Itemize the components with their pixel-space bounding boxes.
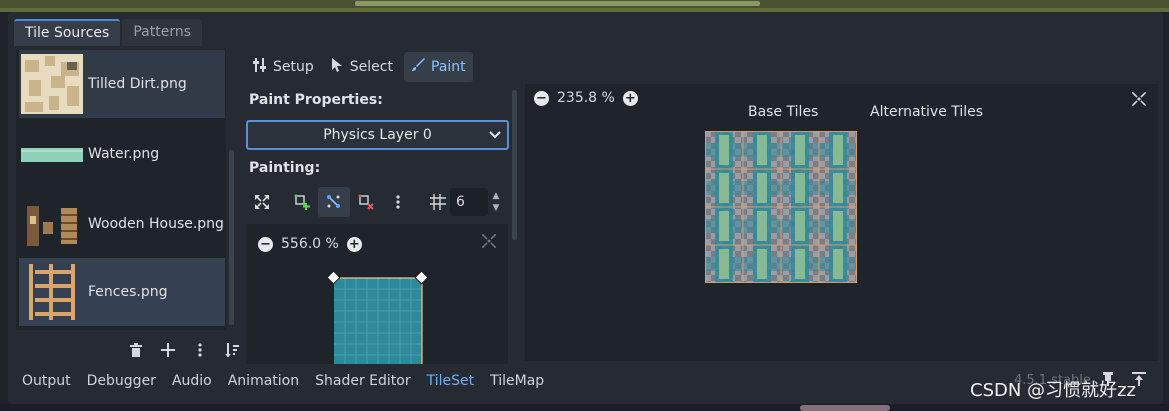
- paint-button[interactable]: Paint: [403, 52, 473, 82]
- painting-tools: 6 ▲ ▼: [246, 186, 504, 218]
- tab-audio[interactable]: Audio: [164, 369, 220, 393]
- list-item-fences[interactable]: Fences.png: [19, 258, 225, 326]
- paint-layer-dropdown[interactable]: Physics Layer 0: [246, 120, 509, 150]
- tab-output[interactable]: Output: [14, 369, 79, 393]
- base-tiles-label: Base Tiles: [748, 104, 819, 120]
- list-item-water[interactable]: Water.png: [19, 120, 225, 188]
- expand-icon[interactable]: [246, 187, 278, 217]
- mini-zoom-controls: − 556.0 % +: [258, 236, 362, 252]
- sources-scrollbar[interactable]: [229, 150, 234, 325]
- list-item-wooden-house[interactable]: Wooden House.png: [19, 190, 225, 258]
- cursor-icon: [331, 58, 344, 76]
- paint-properties-title: Paint Properties:: [249, 92, 383, 108]
- source-label: Tilled Dirt.png: [88, 76, 187, 92]
- setup-label: Setup: [273, 59, 314, 75]
- tile-editor-toolbar: Setup Select Paint: [246, 52, 473, 82]
- center-view-icon[interactable]: [481, 233, 497, 252]
- props-scrollbar[interactable]: [512, 90, 517, 240]
- horizontal-scrollbar[interactable]: [0, 0, 1169, 8]
- water-thumbnail: [21, 148, 83, 162]
- tab-debugger[interactable]: Debugger: [79, 369, 164, 393]
- chevron-down-icon: [489, 122, 501, 157]
- tools-icon: [253, 58, 267, 76]
- source-actions: [120, 339, 248, 361]
- background-decoration: [800, 405, 890, 411]
- csdn-watermark: CSDN @习惯就好zz: [970, 380, 1136, 401]
- wooden-house-thumbnail: [27, 206, 77, 246]
- kebab-icon[interactable]: [382, 187, 414, 217]
- grid-snap-icon[interactable]: [426, 187, 450, 217]
- tab-tilemap[interactable]: TileMap: [482, 369, 552, 393]
- dropdown-value: Physics Layer 0: [323, 127, 432, 143]
- mini-zoom-value: 556.0 %: [281, 236, 339, 252]
- scrollbar-thumb[interactable]: [355, 1, 760, 6]
- tile-atlas-view[interactable]: − 235.8 % + Base Tiles Alternative Tiles: [525, 84, 1158, 361]
- center-view-icon[interactable]: [1131, 91, 1147, 110]
- alternative-tiles-label: Alternative Tiles: [870, 104, 984, 120]
- painting-title: Painting:: [249, 160, 321, 176]
- tab-patterns[interactable]: Patterns: [122, 19, 203, 46]
- tab-animation[interactable]: Animation: [220, 369, 307, 393]
- polygon-editor-view[interactable]: − 556.0 % +: [246, 224, 508, 364]
- grid-value-input[interactable]: 6: [450, 188, 488, 216]
- zoom-out-icon[interactable]: −: [534, 90, 549, 106]
- zoom-in-icon[interactable]: +: [622, 90, 638, 106]
- trash-icon[interactable]: [120, 339, 152, 361]
- remove-polygon-point-icon[interactable]: [350, 187, 382, 217]
- fences-thumbnail: [29, 264, 75, 320]
- add-polygon-point-icon[interactable]: [286, 187, 318, 217]
- tab-tileset[interactable]: TileSet: [419, 369, 483, 393]
- tab-tile-sources[interactable]: Tile Sources: [14, 19, 121, 46]
- chevron-down-icon[interactable]: ▼: [493, 202, 500, 214]
- spin-arrows[interactable]: ▲ ▼: [488, 187, 504, 217]
- source-label: Water.png: [88, 146, 160, 162]
- physics-polygon[interactable]: [328, 272, 428, 364]
- chevron-up-icon[interactable]: ▲: [493, 190, 500, 202]
- paint-properties-panel: Paint Properties: Physics Layer 0 Painti…: [244, 86, 510, 364]
- zoom-out-icon[interactable]: −: [258, 236, 273, 252]
- setup-button[interactable]: Setup: [246, 52, 321, 82]
- zoom-in-icon[interactable]: +: [346, 236, 362, 252]
- paint-label: Paint: [430, 59, 466, 75]
- list-item-tilled-dirt[interactable]: Tilled Dirt.png: [19, 50, 225, 118]
- kebab-icon[interactable]: [184, 339, 216, 361]
- tile-sources-list: Tilled Dirt.png Water.png Wooden House.p…: [16, 50, 226, 330]
- plus-icon[interactable]: [152, 339, 184, 361]
- zoom-controls: − 235.8 % +: [534, 90, 638, 106]
- select-label: Select: [349, 59, 393, 75]
- tile-atlas-grid[interactable]: [705, 131, 857, 283]
- window-bottom-edge: [0, 404, 1169, 411]
- tileset-tabs: Tile Sources Patterns: [14, 19, 204, 46]
- zoom-value: 235.8 %: [557, 90, 615, 106]
- tilled-dirt-thumbnail: [21, 54, 83, 114]
- editor-top-strip: [0, 0, 1169, 12]
- select-button[interactable]: Select: [325, 52, 400, 82]
- edit-polygon-point-icon[interactable]: [318, 187, 350, 217]
- brush-icon: [411, 58, 425, 76]
- source-label: Wooden House.png: [88, 216, 224, 232]
- bottom-dock-tabs: Output Debugger Audio Animation Shader E…: [14, 369, 552, 393]
- source-label: Fences.png: [88, 284, 168, 300]
- tab-shader-editor[interactable]: Shader Editor: [307, 369, 418, 393]
